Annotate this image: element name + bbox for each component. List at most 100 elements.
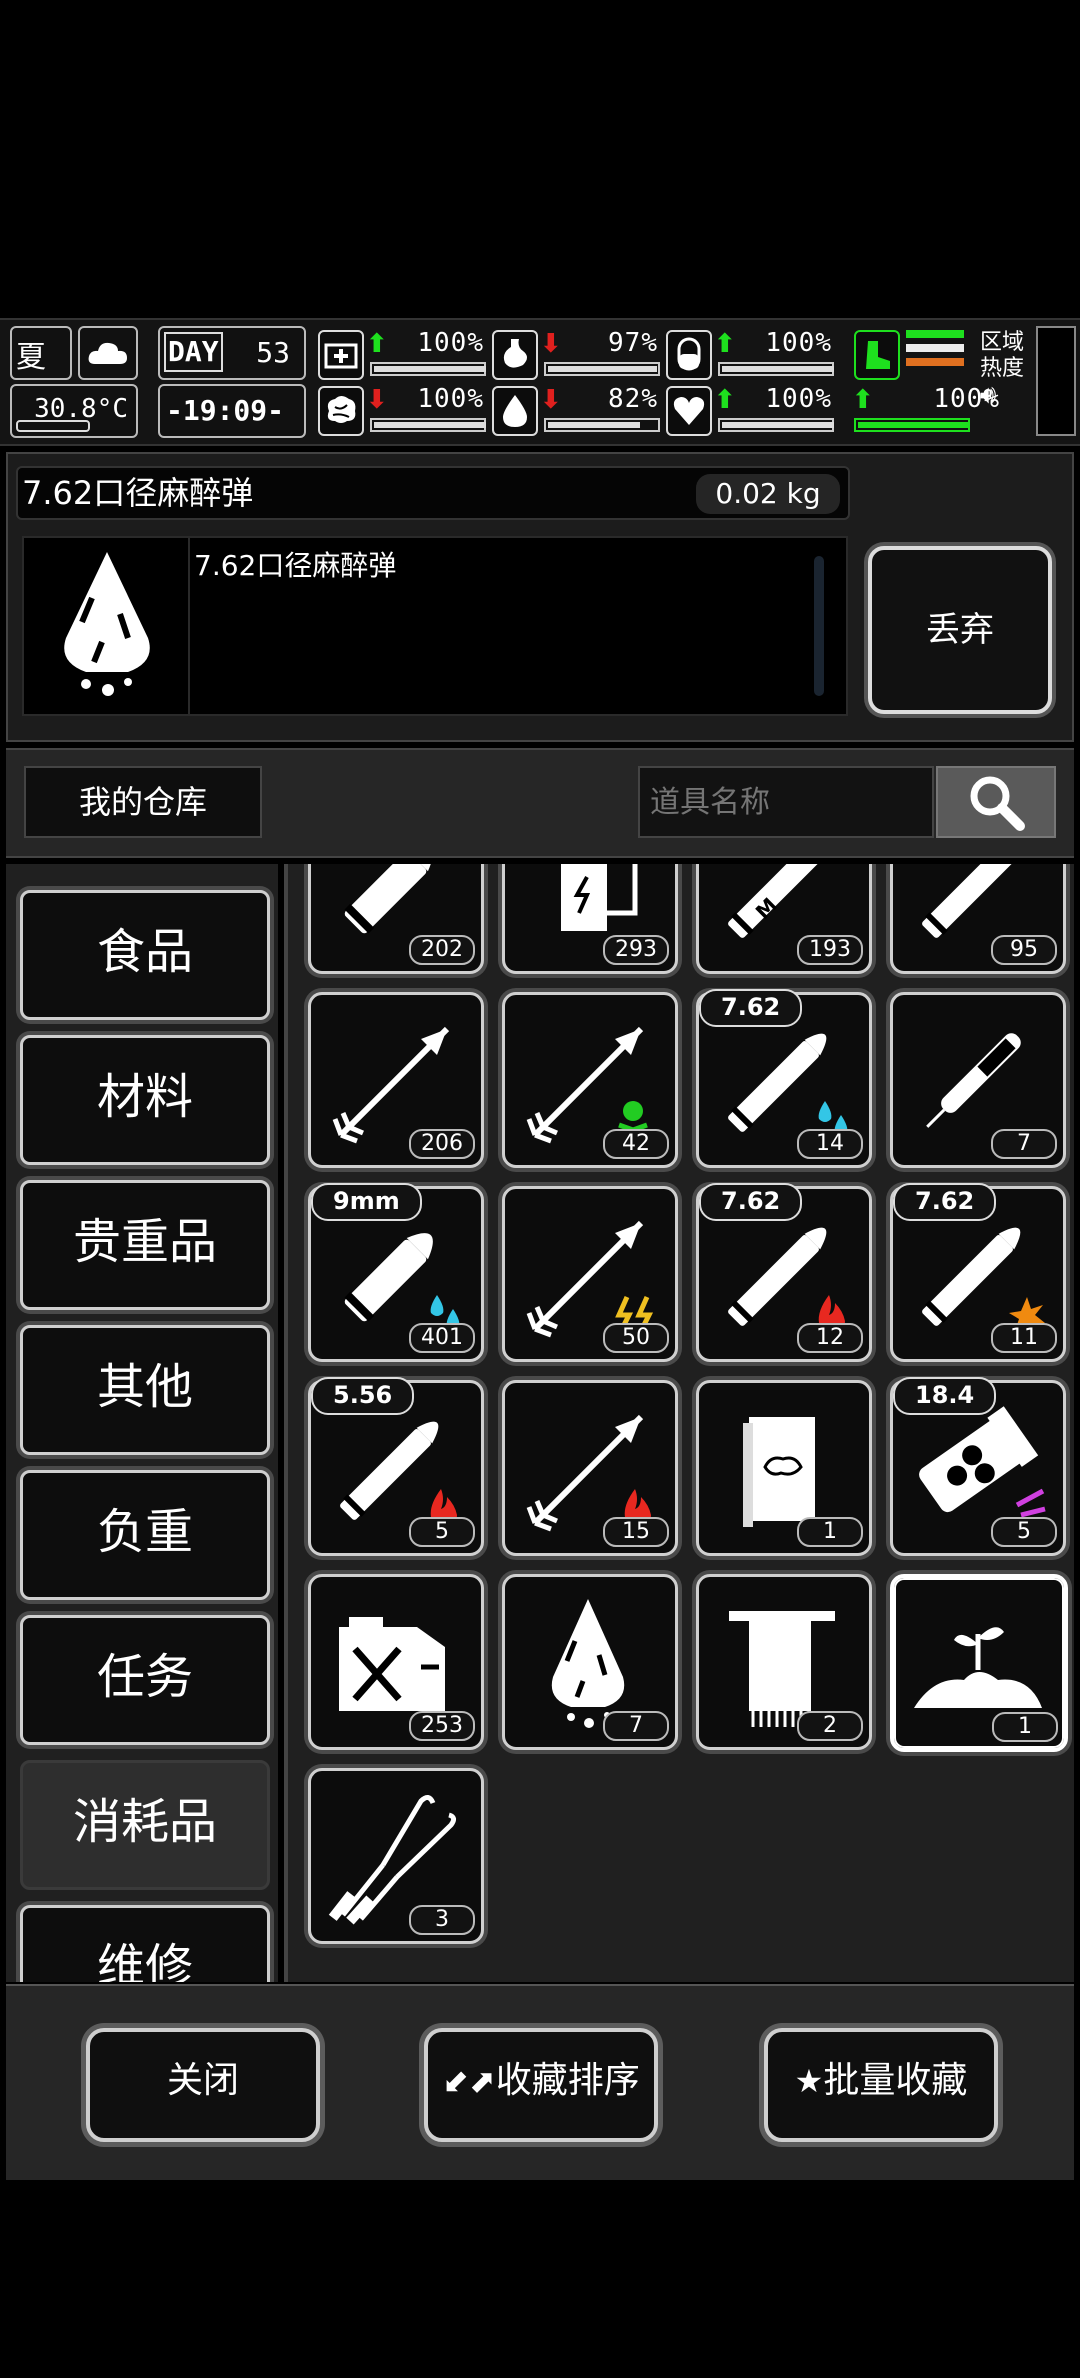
stat-value: 97% (608, 328, 658, 358)
item-count-badge: 11 (991, 1323, 1057, 1353)
category-list: 食品材料贵重品其他负重任务消耗品维修 (6, 864, 278, 1982)
heat-label: 热度 (980, 356, 1025, 381)
item-count-badge: 50 (603, 1323, 669, 1353)
item-count-badge: 42 (603, 1129, 669, 1159)
stat-value: 100% (765, 384, 832, 414)
inventory-slot[interactable]: 7 (502, 1574, 678, 1750)
inventory-slot[interactable]: 1 (696, 1380, 872, 1556)
cloud-icon (78, 326, 138, 380)
sort-favorites-label: 收藏排序 (495, 2060, 640, 2101)
speaker-icon[interactable]: 🔊︎ (980, 382, 1030, 408)
inventory-slot[interactable]: 7.62 14 (696, 989, 872, 1168)
search-input[interactable] (638, 766, 934, 838)
inventory-slot[interactable]: 206 (308, 992, 484, 1168)
inventory-slot[interactable]: 42 (502, 992, 678, 1168)
inventory-slot[interactable]: M 193 (696, 864, 872, 974)
stat-stomach: ⬇ 97% (492, 326, 664, 382)
search-button[interactable] (936, 766, 1056, 838)
stat-level-bar (544, 418, 660, 432)
inventory-slot[interactable]: 7.62 11 (890, 1183, 1066, 1362)
stat-value: 100% (417, 384, 484, 414)
inventory-slot[interactable]: 2 (696, 1574, 872, 1750)
inventory-slot[interactable]: 202 (308, 864, 484, 974)
inventory-slot[interactable]: 5.56 5 (308, 1377, 484, 1556)
item-count-badge: 2 (797, 1711, 863, 1741)
category-tab[interactable]: 材料 (20, 1035, 270, 1165)
medkit-icon (318, 330, 364, 380)
item-count-badge: 5 (409, 1517, 475, 1547)
stat-level-bar (370, 418, 486, 432)
day-value: 53 (256, 336, 290, 369)
thermometer-icon (16, 420, 90, 432)
inventory-slot[interactable]: 1 (890, 1574, 1068, 1752)
stat-level-bar (370, 362, 486, 376)
zone-heat: 区域 热度 🔊︎ (980, 330, 1030, 408)
up-arrow-icon: ⬆ (714, 329, 736, 359)
warehouse-title: 我的仓库 (24, 766, 262, 838)
day-label: DAY (164, 332, 223, 372)
inventory-slot[interactable]: 18.4 5 (890, 1377, 1066, 1556)
item-count-badge: 401 (409, 1323, 475, 1353)
stomach-icon (492, 330, 538, 380)
drop-button[interactable]: 丢弃 (868, 546, 1052, 714)
inventory-slot[interactable]: 15 (502, 1380, 678, 1556)
item-name: 7.62口径麻醉弹 (22, 474, 254, 512)
inventory-slot[interactable]: 95 (890, 864, 1066, 974)
inventory-slot[interactable]: 50 (502, 1186, 678, 1362)
item-count-badge: 7 (603, 1711, 669, 1741)
category-tab[interactable]: 消耗品 (20, 1760, 270, 1890)
pill-icon (666, 330, 712, 380)
inventory-slot[interactable]: 9mm 401 (308, 1183, 484, 1362)
category-tab[interactable]: 负重 (20, 1470, 270, 1600)
stat-water: ⬇ 82% (492, 382, 664, 438)
item-count-badge: 5 (991, 1517, 1057, 1547)
up-arrow-icon: ⬆ (852, 385, 874, 415)
item-count-badge: 7 (991, 1129, 1057, 1159)
down-arrow-icon: ⬇ (540, 329, 562, 359)
zone-heat-meter (1036, 326, 1076, 436)
item-count-badge: 95 (991, 935, 1057, 965)
inventory-slot[interactable]: 253 (308, 1574, 484, 1750)
stat-health: ⬆ 100% (318, 326, 490, 382)
caliber-badge: 7.62 (893, 1183, 997, 1221)
category-tab[interactable]: 贵重品 (20, 1180, 270, 1310)
down-arrow-icon: ⬇ (540, 385, 562, 415)
item-count-badge: 3 (409, 1905, 475, 1935)
batch-favorite-button[interactable]: ★批量收藏 (764, 2028, 998, 2142)
stat-level-bar (544, 362, 660, 376)
item-count-badge: 293 (603, 935, 669, 965)
item-count-badge: 1 (797, 1517, 863, 1547)
stamina-bar-1 (906, 330, 964, 338)
description-scrollbar[interactable] (814, 556, 824, 696)
water-drop-icon (492, 386, 538, 436)
caliber-badge: 7.62 (699, 989, 803, 1027)
inventory-grid: 202 293 M 193 95 206 42 7.62 14 7 9mm 401 50 7.62 12 7.… (284, 864, 1074, 1982)
stat-heart: ⬆ 100% (666, 382, 838, 438)
clock-box: -19:09- (158, 384, 306, 438)
item-count-badge: 12 (797, 1323, 863, 1353)
inventory-slot[interactable]: 293 (502, 864, 678, 974)
sort-favorites-button[interactable]: ⬋⬈收藏排序 (424, 2028, 658, 2142)
caliber-badge: 5.56 (311, 1377, 415, 1415)
heart-icon (666, 386, 712, 436)
inventory-slot[interactable]: 3 (308, 1768, 484, 1944)
inventory-slot[interactable]: 7.62 12 (696, 1183, 872, 1362)
category-tab[interactable]: 维修 (20, 1905, 270, 1982)
item-description: 7.62口径麻醉弹 (194, 549, 397, 582)
item-count-badge: 14 (797, 1129, 863, 1159)
item-preview (22, 536, 192, 716)
caliber-badge: 7.62 (699, 1183, 803, 1221)
stat-pill: ⬆ 100% (666, 326, 838, 382)
caliber-badge: 18.4 (893, 1377, 997, 1415)
stat-level-bar (718, 362, 834, 376)
inventory-slot[interactable]: 7 (890, 992, 1066, 1168)
category-tab[interactable]: 任务 (20, 1615, 270, 1745)
search-icon (970, 776, 1025, 831)
swap-icon: ⬋⬈ (442, 2062, 496, 2100)
season-label: 夏 (16, 340, 46, 375)
stat-value: 82% (608, 384, 658, 414)
category-tab[interactable]: 其他 (20, 1325, 270, 1455)
close-button[interactable]: 关闭 (86, 2028, 320, 2142)
item-count-badge: 253 (409, 1711, 475, 1741)
category-tab[interactable]: 食品 (20, 890, 270, 1020)
